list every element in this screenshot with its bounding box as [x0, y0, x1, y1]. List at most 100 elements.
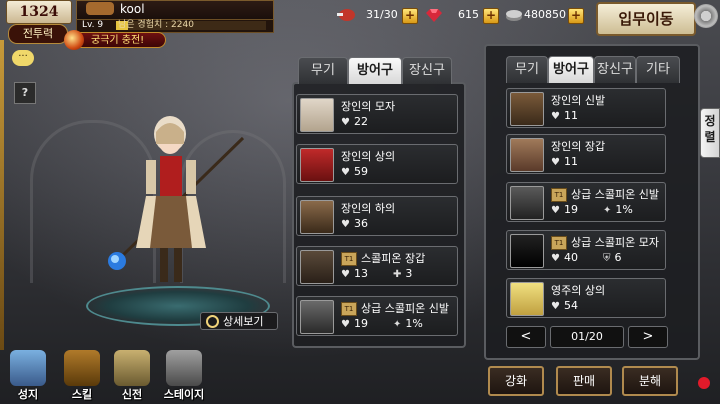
character-avatar[interactable]: [80, 108, 260, 308]
item-name: T1 스콜피온 장갑: [341, 250, 425, 266]
defense-value: 11: [563, 109, 578, 122]
item-name: T1 상급 스콜피온 신발: [341, 300, 449, 316]
item-defense: ♥ 59: [341, 165, 368, 178]
item-name: 장인의 신발: [551, 94, 606, 107]
item-substat: ✚ 3: [393, 267, 413, 280]
item-substat: ⛨ 6: [603, 251, 622, 264]
item-name-text: 상급 스콜피온 신발: [571, 188, 659, 201]
hat-item-icon: [300, 98, 334, 132]
gem-plus-button[interactable]: +: [483, 8, 499, 24]
nav-label: 스킬: [71, 388, 93, 401]
inventory-item[interactable]: 영주의 상의 ♥ 54: [506, 278, 666, 318]
tab-armor-left[interactable]: 방어구: [348, 57, 402, 84]
item-name: 장인의 장갑: [551, 140, 606, 153]
defense-value: 22: [353, 115, 368, 128]
substat-value: 1%: [405, 317, 423, 330]
tab-accessory-left[interactable]: 장신구: [402, 57, 452, 84]
exp-remaining: 남은 경험치 : 2240: [118, 20, 194, 30]
dungeon-move-button[interactable]: 입무이동: [596, 2, 696, 36]
item-name: 영주의 상의: [551, 284, 606, 297]
item-name: 장인의 상의: [341, 150, 396, 163]
inventory-item[interactable]: 장인의 장갑 ♥ 11: [506, 134, 666, 174]
hat-item-icon: [510, 234, 544, 268]
item-name: 장인의 하의: [341, 202, 396, 215]
settings-gear-icon[interactable]: [694, 4, 718, 28]
item-defense: ♥ 11: [551, 155, 578, 168]
temple-icon: [114, 350, 150, 386]
equipped-item[interactable]: 장인의 상의 ♥ 59: [296, 144, 458, 184]
combat-power-value: 1324: [6, 0, 72, 24]
item-defense: ♥ 19: [341, 317, 368, 330]
defense-value: 19: [353, 317, 368, 330]
silver-coin-icon: [506, 10, 522, 21]
item-defense: ♥ 36: [341, 217, 368, 230]
nav-label: 성지: [17, 388, 39, 401]
item-defense: ♥ 11: [551, 109, 578, 122]
substat-value: 3: [405, 267, 413, 280]
defense-value: 11: [563, 155, 578, 168]
sort-button[interactable]: 정렬: [700, 108, 720, 158]
defense-value: 13: [353, 267, 368, 280]
glove-item-icon: [510, 138, 544, 172]
equipped-item[interactable]: 장인의 모자 ♥ 22: [296, 94, 458, 134]
tab-armor-right[interactable]: 방어구: [548, 56, 594, 83]
nav-temple[interactable]: 신전: [108, 350, 156, 404]
inventory-item[interactable]: T1 상급 스콜피온 모자 ♥ 40 ⛨ 6: [506, 230, 666, 270]
tab-weapon-left[interactable]: 무기: [298, 57, 348, 84]
nav-sanctuary[interactable]: 성지: [4, 350, 52, 404]
player-name: kool: [120, 2, 145, 16]
item-name: 장인의 모자: [341, 100, 396, 113]
defense-value: 36: [353, 217, 368, 230]
book-icon: [64, 350, 100, 386]
stamina-plus-button[interactable]: +: [402, 8, 418, 24]
top-item-icon: [510, 282, 544, 316]
tab-accessory-right[interactable]: 장신구: [594, 56, 636, 83]
nav-label: 신전: [121, 388, 143, 401]
item-defense: ♥ 19: [551, 203, 578, 216]
wings-emblem-icon: [86, 2, 114, 15]
disassemble-button[interactable]: 분해: [622, 366, 678, 396]
top-item-icon: [300, 148, 334, 182]
item-defense: ♥ 22: [341, 115, 368, 128]
item-defense: ♥ 54: [551, 299, 578, 312]
defense-value: 40: [563, 251, 578, 264]
item-defense: ♥ 13: [341, 267, 368, 280]
nav-skill[interactable]: 스킬: [58, 350, 106, 404]
item-name-text: 상급 스콜피온 모자: [571, 236, 659, 249]
equipped-item[interactable]: T1 상급 스콜피온 신발 ♥ 19 ✦ 1%: [296, 296, 458, 336]
defense-value: 59: [353, 165, 368, 178]
nav-label: 스테이지: [163, 388, 205, 401]
item-name-text: 상급 스콜피온 신발: [361, 302, 449, 315]
player-level: Lv. 9: [82, 20, 104, 30]
inventory-item[interactable]: T1 상급 스콜피온 신발 ♥ 19 ✦ 1%: [506, 182, 666, 222]
item-name: T1 상급 스콜피온 신발: [551, 186, 659, 202]
frame-ornament: [0, 40, 4, 350]
substat-value: 1%: [615, 203, 633, 216]
equipped-item[interactable]: 장인의 하의 ♥ 36: [296, 196, 458, 236]
tier-badge: T1: [551, 188, 567, 202]
defense-value: 54: [563, 299, 578, 312]
prev-page-button[interactable]: <: [506, 326, 546, 348]
tower-icon: [166, 350, 202, 386]
castle-icon: [10, 350, 46, 386]
tab-weapon-right[interactable]: 무기: [506, 56, 548, 83]
ultimate-orb-icon: [64, 30, 84, 50]
enhance-button[interactable]: 강화: [488, 366, 544, 396]
tab-other-right[interactable]: 기타: [636, 56, 680, 83]
tier-badge: T1: [341, 252, 357, 266]
item-name: T1 상급 스콜피온 모자: [551, 234, 659, 250]
equipped-item[interactable]: T1 스콜피온 장갑 ♥ 13 ✚ 3: [296, 246, 458, 286]
gem-value: 615: [458, 8, 479, 21]
shoes-item-icon: [510, 92, 544, 126]
chat-icon[interactable]: ···: [12, 50, 34, 66]
nav-stage[interactable]: 스테이지: [160, 350, 208, 404]
help-icon[interactable]: ?: [14, 82, 36, 104]
sell-button[interactable]: 판매: [556, 366, 612, 396]
pants-item-icon: [300, 200, 334, 234]
item-name-text: 스콜피온 장갑: [361, 252, 426, 265]
inventory-item[interactable]: 장인의 신발 ♥ 11: [506, 88, 666, 128]
silver-plus-button[interactable]: +: [568, 8, 584, 24]
next-page-button[interactable]: >: [628, 326, 668, 348]
item-substat: ✦ 1%: [603, 203, 633, 216]
item-defense: ♥ 40: [551, 251, 578, 264]
